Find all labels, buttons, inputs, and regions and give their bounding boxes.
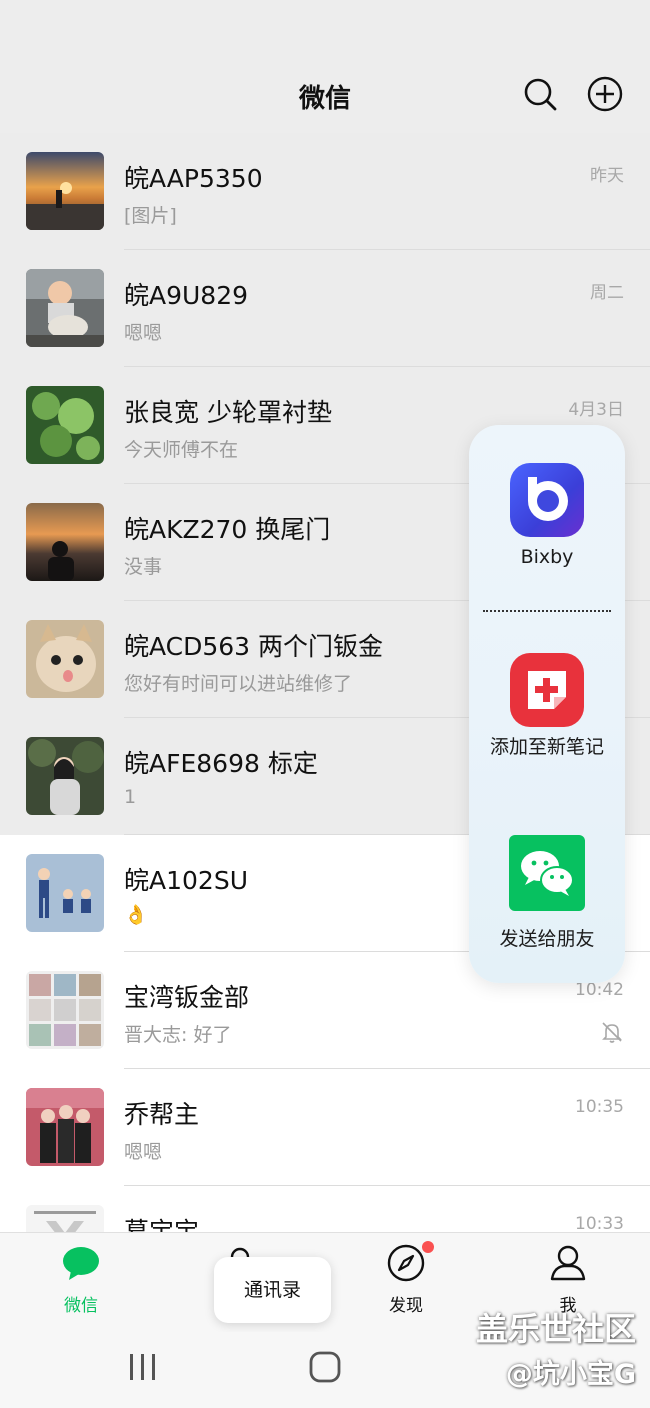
chat-preview: 晋大志: 好了 bbox=[124, 1024, 232, 1046]
chat-time: 周二 bbox=[590, 283, 624, 303]
avatar bbox=[26, 1088, 104, 1166]
avatar bbox=[26, 854, 104, 932]
chat-name: 皖AKZ270 换尾门 bbox=[124, 515, 331, 544]
avatar bbox=[26, 737, 104, 815]
chat-name: 皖ACD563 两个门钣金 bbox=[124, 632, 384, 661]
chat-row[interactable]: 乔帮主 嗯嗯 10:35 bbox=[0, 1069, 650, 1186]
header: 微信 bbox=[0, 0, 650, 133]
chat-name: 皖A102SU bbox=[124, 866, 248, 895]
compass-icon bbox=[387, 1244, 425, 1282]
avatar bbox=[26, 386, 104, 464]
avatar bbox=[26, 269, 104, 347]
contacts-tooltip: 通讯录 bbox=[214, 1257, 331, 1323]
add-to-note-label: 添加至新笔记 bbox=[489, 736, 604, 758]
chat-time: 10:35 bbox=[575, 1097, 624, 1117]
wechat-icon bbox=[509, 835, 585, 911]
chat-name: 宝湾钣金部 bbox=[124, 983, 250, 1012]
avatar bbox=[26, 971, 104, 1049]
chat-time: 10:42 bbox=[575, 980, 624, 1000]
chat-name: 皖A9U829 bbox=[124, 281, 249, 310]
chat-time: 10:33 bbox=[575, 1214, 624, 1234]
tab-chats[interactable]: 微信 bbox=[41, 1233, 121, 1333]
plus-circle-icon bbox=[587, 76, 623, 112]
chat-preview: 嗯嗯 bbox=[124, 1141, 163, 1163]
search-button[interactable] bbox=[520, 74, 560, 114]
share-popup: Bixby 添加至新笔记 发送给朋友 bbox=[469, 425, 625, 983]
notification-badge bbox=[422, 1241, 434, 1253]
watermark-title: 盖乐世社区 bbox=[475, 1310, 636, 1348]
chat-preview: 没事 bbox=[124, 556, 163, 578]
tab-label: 发现 bbox=[389, 1296, 423, 1316]
watermark-author: @坑小宝G bbox=[505, 1359, 636, 1390]
chat-preview: 👌 bbox=[124, 904, 148, 926]
chat-time: 昨天 bbox=[590, 166, 624, 186]
chat-preview: 1 bbox=[124, 786, 137, 808]
chat-name: 皖AAP5350 bbox=[124, 164, 263, 193]
muted-bell-icon bbox=[602, 1022, 622, 1043]
avatar bbox=[26, 620, 104, 698]
avatar bbox=[26, 152, 104, 230]
chat-preview: 嗯嗯 bbox=[124, 322, 163, 344]
chat-preview: 您好有时间可以进站维修了 bbox=[124, 673, 353, 695]
samsung-notes-icon bbox=[510, 653, 584, 727]
chat-name: 乔帮主 bbox=[124, 1100, 200, 1129]
divider bbox=[483, 610, 611, 612]
add-button[interactable] bbox=[585, 74, 625, 114]
tab-discover[interactable]: 发现 bbox=[366, 1233, 446, 1333]
chat-name: 皖AFE8698 标定 bbox=[124, 749, 318, 778]
bixby-icon bbox=[510, 463, 584, 537]
bixby-label: Bixby bbox=[520, 546, 574, 568]
search-icon bbox=[524, 78, 557, 111]
chat-row[interactable]: 皖AAP5350 [图片] 昨天 bbox=[0, 133, 650, 250]
chat-row[interactable]: 皖A9U829 嗯嗯 周二 bbox=[0, 250, 650, 367]
tab-label: 微信 bbox=[64, 1296, 98, 1316]
chat-time: 4月3日 bbox=[568, 400, 624, 420]
chat-preview: [图片] bbox=[124, 205, 177, 227]
chat-preview: 今天师傅不在 bbox=[124, 439, 239, 461]
send-to-friend-label: 发送给朋友 bbox=[499, 928, 595, 950]
chat-bubble-icon bbox=[63, 1247, 99, 1280]
chat-name: 张良宽 少轮罩衬垫 bbox=[124, 398, 332, 427]
avatar bbox=[26, 503, 104, 581]
recent-apps-icon[interactable] bbox=[126, 1352, 160, 1382]
person-icon bbox=[550, 1245, 586, 1281]
home-icon[interactable] bbox=[306, 1350, 344, 1384]
